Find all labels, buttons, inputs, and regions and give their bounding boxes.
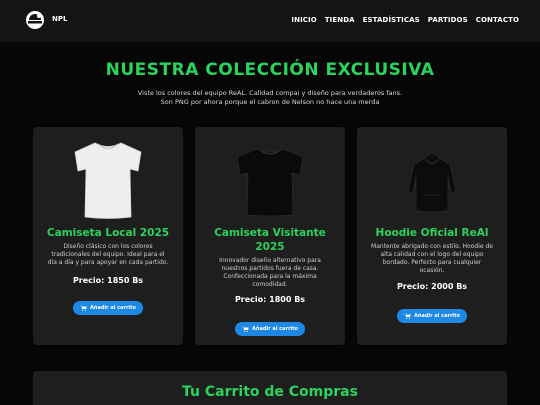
add-to-cart-button[interactable]: Añadir al carrito — [397, 309, 467, 323]
cart-icon — [404, 313, 411, 319]
product-title: Hoodie Oficial ReAl — [375, 227, 489, 239]
product-card-hoodie: Hoodie Oficial ReAl Mantente abrigado co… — [357, 127, 507, 345]
add-to-cart-label: Añadir al carrito — [414, 313, 460, 319]
nav-link-inicio[interactable]: INICIO — [291, 16, 316, 24]
white-tshirt-icon — [74, 142, 142, 219]
product-title: Camiseta Local 2025 — [46, 227, 170, 239]
hero-subtitle-line-1: Viste los colores del equipo ReAL. Calid… — [137, 89, 403, 97]
cart-icon — [242, 326, 249, 332]
nav-link-estadisticas[interactable]: ESTADÍSTICAS — [363, 16, 420, 24]
add-to-cart-button[interactable]: Añadir al carrito — [73, 301, 143, 315]
product-description: Diseño clásico con los colores tradicion… — [47, 243, 169, 266]
navbar: NPL INICIO TIENDA ESTADÍSTICAS PARTIDOS … — [0, 0, 540, 42]
product-card-camiseta-local: Camiseta Local 2025 Diseño clásico con l… — [33, 127, 183, 345]
nav-link-contacto[interactable]: CONTACTO — [476, 16, 519, 24]
hero-subtitle: Viste los colores del equipo ReAL. Calid… — [0, 89, 540, 107]
product-card-camiseta-visitante: Camiseta Visitante 2025 Innovador diseño… — [195, 127, 345, 345]
logo-icon[interactable] — [24, 10, 46, 30]
product-description: Innovador diseño alternativo para nuestr… — [219, 257, 321, 288]
product-description: Mantente abrigado con estilo. Hoodie de … — [371, 243, 493, 274]
cart-title: Tu Carrito de Compras — [182, 384, 358, 400]
hoodie-icon — [407, 153, 457, 213]
hero-subtitle-line-2: Son PNG por ahora porque el cabron de Ne… — [160, 98, 380, 106]
product-price: Precio: 1800 Bs — [234, 295, 306, 304]
shopping-cart-section: Tu Carrito de Compras — [33, 371, 507, 405]
product-title: Camiseta Visitante 2025 — [214, 227, 326, 253]
nav-link-tienda[interactable]: TIENDA — [325, 16, 355, 24]
nav-links: INICIO TIENDA ESTADÍSTICAS PARTIDOS CONT… — [291, 16, 519, 24]
add-to-cart-button[interactable]: Añadir al carrito — [235, 322, 305, 336]
brand-name[interactable]: NPL — [52, 15, 67, 23]
add-to-cart-label: Añadir al carrito — [252, 326, 298, 332]
nav-link-partidos[interactable]: PARTIDOS — [428, 16, 468, 24]
product-price: Precio: 1850 Bs — [72, 276, 144, 285]
black-tshirt-icon — [236, 148, 304, 217]
cart-icon — [80, 305, 87, 311]
add-to-cart-label: Añadir al carrito — [90, 305, 136, 311]
product-price: Precio: 2000 Bs — [396, 282, 468, 291]
page-title: NUESTRA COLECCIÓN EXCLUSIVA — [105, 60, 435, 80]
